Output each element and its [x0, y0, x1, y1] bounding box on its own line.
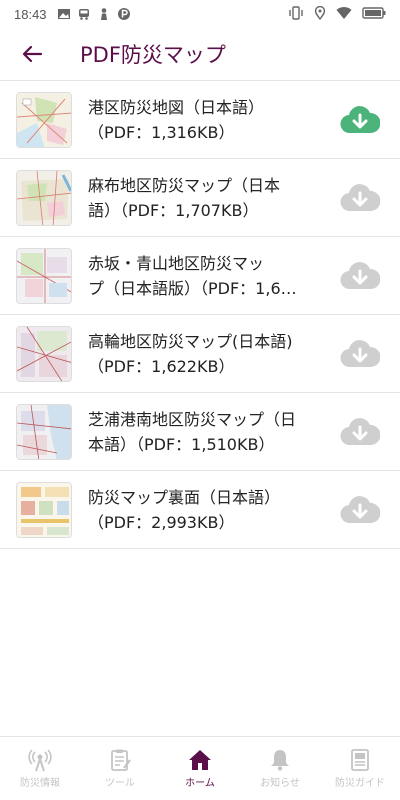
- location-icon: [314, 5, 326, 23]
- download-button[interactable]: [338, 254, 382, 298]
- antenna-icon: [28, 749, 52, 772]
- tab-label: 防災ガイド: [335, 778, 385, 789]
- map-list: 港区防災地図（日本語） （PDF：1,316KB） 麻布地区防災マップ（日本 語…: [0, 80, 400, 549]
- map-title-line2: （PDF：1,316KB）: [88, 122, 235, 142]
- person-icon: [97, 7, 111, 21]
- tab-tools[interactable]: ツール: [80, 737, 160, 800]
- download-button[interactable]: [338, 176, 382, 220]
- map-thumbnail: [16, 481, 72, 538]
- tab-label: ツール: [105, 778, 135, 789]
- guide-book-icon: [351, 749, 369, 771]
- map-title-line1: 防災マップ裏面（日本語）: [88, 487, 281, 507]
- map-list-item[interactable]: 芝浦港南地区防災マップ（日 本語）（PDF：1,510KB）: [0, 393, 400, 471]
- app-bar: PDF防災マップ: [0, 28, 400, 80]
- status-bar: 18:43: [0, 0, 400, 28]
- map-list-item[interactable]: 防災マップ裏面（日本語） （PDF：2,993KB）: [0, 471, 400, 549]
- image-icon: [57, 7, 71, 21]
- tab-home[interactable]: ホーム: [160, 737, 240, 800]
- map-list-item[interactable]: 港区防災地図（日本語） （PDF：1,316KB）: [0, 81, 400, 159]
- map-title-line1: 港区防災地図（日本語）: [88, 97, 265, 117]
- tab-label: 防災情報: [20, 778, 60, 789]
- map-title-line1: 麻布地区防災マップ（日本: [88, 175, 281, 195]
- status-time: 18:43: [14, 6, 47, 22]
- map-thumbnail: [16, 325, 72, 382]
- wifi-icon: [336, 6, 352, 23]
- map-thumbnail: [16, 247, 72, 304]
- tab-disaster-info[interactable]: 防災情報: [0, 737, 80, 800]
- bottom-tab-bar: 防災情報 ツール ホーム お知らせ 防災ガイド: [0, 736, 400, 800]
- bell-icon: [271, 750, 289, 771]
- tab-notices[interactable]: お知らせ: [240, 737, 320, 800]
- cloud-download-icon: [340, 183, 380, 211]
- page-title: PDF防災マップ: [80, 43, 226, 67]
- bus-icon: [77, 7, 91, 21]
- parking-icon: [117, 7, 131, 21]
- tab-label: ホーム: [185, 778, 215, 789]
- cloud-download-icon: [340, 339, 380, 367]
- tab-label: お知らせ: [260, 778, 300, 789]
- download-button[interactable]: [338, 332, 382, 376]
- cloud-download-icon: [340, 105, 380, 133]
- vibrate-icon: [288, 5, 304, 23]
- map-list-item[interactable]: 赤坂・青山地区防災マッ プ（日本語版）（PDF：1,6…: [0, 237, 400, 315]
- home-icon: [189, 750, 211, 770]
- map-thumbnail: [16, 91, 72, 148]
- back-button[interactable]: [12, 34, 52, 74]
- map-title-line2: 本語）（PDF：1,510KB）: [88, 434, 275, 454]
- arrow-left-icon: [22, 45, 43, 63]
- map-title-line1: 高輪地区防災マップ(日本語): [88, 331, 293, 351]
- battery-icon: [362, 6, 386, 23]
- map-list-item[interactable]: 高輪地区防災マップ(日本語) （PDF：1,622KB）: [0, 315, 400, 393]
- map-title-line2: プ（日本語版）（PDF：1,6…: [88, 278, 297, 298]
- download-button[interactable]: [338, 488, 382, 532]
- clipboard-icon: [111, 749, 131, 771]
- map-title-line2: （PDF：2,993KB）: [88, 512, 235, 532]
- cloud-download-icon: [340, 261, 380, 289]
- download-button[interactable]: [338, 410, 382, 454]
- download-button[interactable]: [338, 98, 382, 142]
- map-title-line1: 赤坂・青山地区防災マッ: [88, 253, 265, 273]
- cloud-download-icon: [340, 495, 380, 523]
- tab-disaster-guide[interactable]: 防災ガイド: [320, 737, 400, 800]
- map-title-line2: （PDF：1,622KB）: [88, 356, 235, 376]
- map-thumbnail: [16, 403, 72, 460]
- map-list-item[interactable]: 麻布地区防災マップ（日本 語）（PDF：1,707KB）: [0, 159, 400, 237]
- map-thumbnail: [16, 169, 72, 226]
- map-title-line1: 芝浦港南地区防災マップ（日: [88, 409, 297, 429]
- map-title-line2: 語）（PDF：1,707KB）: [88, 200, 259, 220]
- cloud-download-icon: [340, 417, 380, 445]
